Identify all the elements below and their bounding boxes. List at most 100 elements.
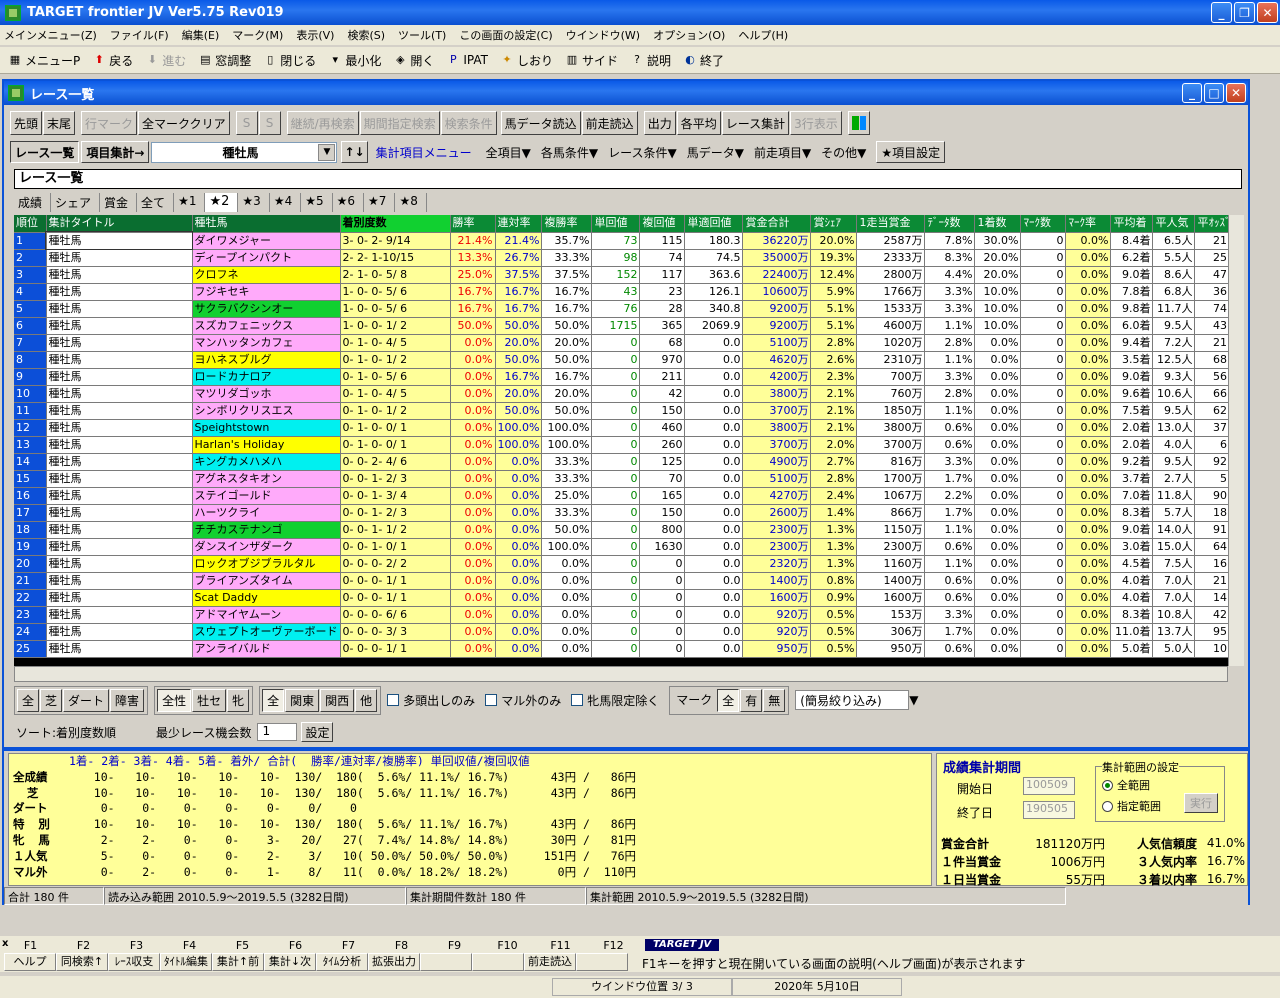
toolbar-button-10[interactable]: ? 説明 [630, 52, 671, 69]
checkbox-box[interactable] [387, 694, 400, 706]
minimize-button[interactable]: _ [1211, 2, 1232, 23]
track-filter-option[interactable]: 芝 [40, 688, 63, 712]
table-row[interactable]: 14 種牡馬 キングカメハメハ 0- 0- 2- 4/ 6 0.0% 0.0% 33.3% 0… [14, 453, 1234, 471]
toolbar-button-9[interactable]: ▥ サイド [565, 52, 618, 69]
cmd-button-0[interactable]: 先頭 [10, 111, 43, 135]
cmd-button-11[interactable]: 出力 [643, 111, 676, 135]
checkbox-box[interactable] [485, 694, 498, 706]
menu-item-6[interactable]: ツール(T) [398, 27, 446, 43]
table-row[interactable]: 8 種牡馬 ヨハネスブルグ 0- 1- 0- 1/ 2 0.0% 50.0% 50.0% 0 9… [14, 351, 1234, 369]
column-header-11[interactable]: 賞ｼｪｱ [810, 215, 858, 233]
toolbar-button-0[interactable]: ▦ メニューP [8, 52, 80, 69]
cmd-button-6[interactable]: 継続/再検索 [286, 111, 359, 135]
cmd-button-2[interactable]: 行マーク [81, 111, 138, 135]
table-row[interactable]: 1 種牡馬 ダイワメジャー 3- 0- 2- 9/14 21.4% 21.4% 35.7% 7… [14, 231, 1234, 250]
column-tab-1[interactable]: シェア [51, 193, 101, 212]
fkey-button-5[interactable]: 集計↑前 [212, 953, 264, 971]
column-header-16[interactable]: ﾏｰｸ率 [1065, 215, 1112, 233]
agg-menu-1[interactable]: 全項目▼ [486, 144, 531, 161]
table-row[interactable]: 15 種牡馬 アグネスタキオン 0- 0- 1- 2/ 3 0.0% 0.0% 33.3% 0… [14, 470, 1234, 488]
table-row[interactable]: 25 種牡馬 アンライバルド 0- 0- 0- 1/ 1 0.0% 0.0% 0.0% 0 0 0… [14, 640, 1234, 658]
table-row[interactable]: 10 種牡馬 マツリダゴッホ 0- 1- 0- 4/ 5 0.0% 20.0% 20.0% 0… [14, 385, 1234, 403]
fkey-button-6[interactable]: 集計↓次 [264, 953, 316, 971]
vertical-scrollbar[interactable] [1228, 215, 1244, 666]
table-row[interactable]: 18 種牡馬 チチカステナンゴ 0- 0- 1- 1/ 2 0.0% 0.0% 50.0% 0… [14, 521, 1234, 539]
column-tab-4[interactable]: ★1 [174, 193, 206, 212]
column-header-4[interactable]: 勝率 [450, 215, 496, 233]
filter-checkbox-2[interactable]: 牝馬限定除く [571, 692, 659, 709]
menu-item-5[interactable]: 検索(S) [347, 27, 385, 43]
table-row[interactable]: 3 種牡馬 クロフネ 2- 1- 0- 5/ 8 25.0% 37.5% 37.5% 152 1… [14, 266, 1234, 284]
inner-close-button[interactable]: ✕ [1226, 83, 1246, 103]
table-row[interactable]: 5 種牡馬 サクラバクシンオー 1- 0- 0- 5/ 6 16.7% 16.7% 16.7… [14, 300, 1234, 318]
toolbar-button-3[interactable]: ▤ 窓調整 [198, 52, 251, 69]
table-row[interactable]: 9 種牡馬 ロードカナロア 0- 1- 0- 5/ 6 0.0% 16.7% 16.7% 0 2… [14, 368, 1234, 386]
menu-item-7[interactable]: この画面の設定(C) [459, 27, 552, 43]
filter-checkbox-1[interactable]: マル外のみ [485, 692, 561, 709]
table-row[interactable]: 2 種牡馬 ディープインパクト 2- 2- 1-10/15 13.3% 26.7% 33.3… [14, 249, 1234, 267]
item-aggregate-tab[interactable]: 項目集計→ [81, 141, 150, 163]
cmd-button-5[interactable]: S [258, 111, 281, 135]
column-tab-3[interactable]: 全て [137, 193, 175, 212]
sex-filter-option[interactable]: 全性 [157, 688, 192, 712]
column-header-13[interactable]: ﾃﾞｰﾀ数 [924, 215, 976, 233]
agg-menu-6[interactable]: その他▼ [821, 144, 866, 161]
mark-option[interactable]: 無 [763, 688, 786, 712]
menu-item-4[interactable]: 表示(V) [296, 27, 334, 43]
track-filter-option[interactable]: 障害 [110, 688, 145, 712]
fkey-button-11[interactable]: 前走読込 [524, 953, 576, 971]
cmd-button-1[interactable]: 末尾 [43, 111, 76, 135]
splitter[interactable] [4, 747, 1248, 751]
table-row[interactable]: 20 種牡馬 ロックオブジブラルタル 0- 0- 0- 2/ 2 0.0% 0.0% 0.0… [14, 555, 1234, 573]
fkey-button-12[interactable] [576, 953, 628, 971]
column-header-18[interactable]: 平人気 [1152, 215, 1196, 233]
column-header-15[interactable]: ﾏｰｸ数 [1020, 215, 1067, 233]
column-tab-10[interactable]: ★7 [364, 193, 396, 212]
toolbar-button-7[interactable]: P IPAT [446, 53, 488, 67]
cmd-button-7[interactable]: 期間指定検索 [359, 111, 440, 135]
toolbar-button-1[interactable]: ⬆ 戻る [92, 52, 134, 69]
sex-filter-option[interactable]: 牡セ [192, 688, 227, 712]
toolbar-button-4[interactable]: ▯ 閉じる [263, 52, 316, 69]
checkbox-box[interactable] [571, 694, 584, 706]
fkey-button-10[interactable] [472, 953, 524, 971]
track-filter-option[interactable]: 全 [17, 688, 40, 712]
column-header-6[interactable]: 複勝率 [541, 215, 593, 233]
region-filter-option[interactable]: 全 [262, 688, 285, 712]
column-tab-8[interactable]: ★5 [301, 193, 333, 212]
cmd-button-8[interactable]: 検索条件 [440, 111, 497, 135]
toolbar-button-6[interactable]: ◈ 開く [393, 52, 434, 69]
inner-maximize-button[interactable]: □ [1204, 83, 1224, 103]
menu-item-2[interactable]: 編集(E) [182, 27, 220, 43]
column-header-9[interactable]: 単適回値 [684, 215, 744, 233]
cmd-button-10[interactable]: 前走読込 [581, 111, 638, 135]
table-row[interactable]: 12 種牡馬 Speightstown 0- 1- 0- 0/ 1 0.0% 100.0%… [14, 419, 1234, 437]
menu-item-8[interactable]: ウインドウ(W) [566, 27, 640, 43]
cmd-button-13[interactable]: レース集計 [721, 111, 790, 135]
cmd-button-14[interactable]: 3行表示 [790, 111, 842, 135]
agg-menu-3[interactable]: レース条件▼ [608, 144, 677, 161]
column-header-3[interactable]: 着別度数 [340, 215, 451, 233]
cmd-button-3[interactable]: 全マーククリア [138, 111, 230, 135]
fkey-button-9[interactable] [420, 953, 472, 971]
column-header-7[interactable]: 単回値 [591, 215, 641, 233]
race-list-tab[interactable]: レース一覧 [10, 141, 80, 163]
column-header-14[interactable]: 1着数 [974, 215, 1022, 233]
table-row[interactable]: 21 種牡馬 ブライアンズタイム 0- 0- 0- 1/ 1 0.0% 0.0% 0.0% 0… [14, 572, 1234, 590]
fkey-button-4[interactable]: ﾀｲﾄﾙ編集 [160, 953, 212, 971]
agg-menu-5[interactable]: 前走項目▼ [754, 144, 811, 161]
item-setting-button[interactable]: ★項目設定 [876, 141, 946, 163]
toolbar-button-2[interactable]: ⬇ 進む [145, 52, 187, 69]
column-header-1[interactable]: 集計タイトル [46, 215, 193, 233]
fkey-button-1[interactable]: ヘルプ [4, 953, 56, 971]
menu-item-1[interactable]: ファイル(F) [110, 27, 169, 43]
track-filter-option[interactable]: ダート [63, 688, 110, 712]
column-tab-0[interactable]: 成績 [14, 193, 52, 212]
inner-minimize-button[interactable]: _ [1182, 83, 1202, 103]
table-row[interactable]: 11 種牡馬 シンボリクリスエス 0- 1- 0- 1/ 2 0.0% 50.0% 50.0… [14, 402, 1234, 420]
filter-checkbox-0[interactable]: 多頭出しのみ [387, 692, 475, 709]
sort-up-down-button[interactable]: ↑↓ [341, 141, 368, 163]
simple-filter-combo[interactable]: (簡易絞り込み) [795, 690, 910, 710]
fkey-button-3[interactable]: ﾚｰｽ収支 [108, 953, 160, 971]
horse-icon[interactable] [847, 111, 870, 135]
